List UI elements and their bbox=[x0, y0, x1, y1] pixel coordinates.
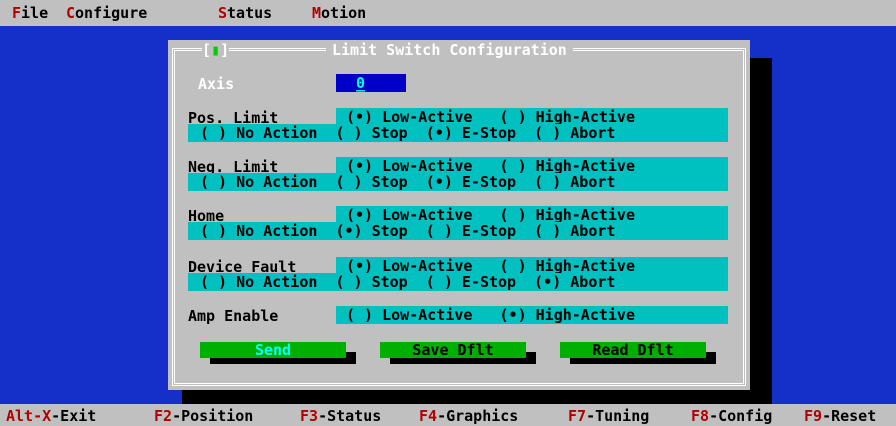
hotkey-status-label: -Status bbox=[318, 407, 382, 425]
close-box-icon[interactable]: [▮] bbox=[202, 41, 230, 59]
hotkey-config[interactable]: F8-Config bbox=[691, 408, 772, 424]
menu-status-label: tatus bbox=[227, 4, 273, 22]
menu-configure-label: onfigure bbox=[75, 4, 148, 22]
hotkey-graphics-label: -Graphics bbox=[437, 407, 519, 425]
hotkey-exit-key: Alt-X bbox=[6, 407, 52, 425]
hotkey-graphics-key: F4 bbox=[419, 407, 438, 425]
read-default-button[interactable]: Read Dflt bbox=[560, 342, 706, 358]
neg-limit-action-group[interactable]: ( ) No Action ( ) Stop (•) E-Stop ( ) Ab… bbox=[188, 173, 728, 191]
device-fault-action-text: ( ) No Action ( ) Stop ( ) E-Stop (•) Ab… bbox=[200, 273, 616, 291]
menu-motion-hotkey: M bbox=[312, 4, 322, 22]
dialog-title: Limit Switch Configuration bbox=[326, 42, 573, 58]
hotkey-position[interactable]: F2-Position bbox=[154, 408, 253, 424]
device-fault-polarity-text: (•) Low-Active ( ) High-Active bbox=[346, 257, 635, 275]
save-default-button[interactable]: Save Dflt bbox=[380, 342, 526, 358]
axis-input[interactable]: 0 _ bbox=[336, 74, 406, 92]
hotkey-exit[interactable]: Alt-X-Exit bbox=[6, 408, 96, 424]
hotkey-reset-key: F9 bbox=[804, 407, 823, 425]
menu-status-hotkey: S bbox=[218, 4, 228, 22]
dialog-title-bar: [▮] Limit Switch Configuration bbox=[186, 40, 734, 58]
neg-limit-action-text: ( ) No Action ( ) Stop (•) E-Stop ( ) Ab… bbox=[200, 173, 616, 191]
menu-status[interactable]: Status bbox=[218, 5, 272, 21]
send-button[interactable]: Send bbox=[200, 342, 346, 358]
menu-bar: File Configure Status Motion bbox=[0, 0, 896, 26]
menu-file-label: ile bbox=[21, 4, 49, 22]
status-bar: Alt-X-Exit F2-Position F3-Status F4-Grap… bbox=[0, 404, 896, 426]
hotkey-reset-label: -Reset bbox=[822, 407, 877, 425]
neg-limit-polarity-text: (•) Low-Active ( ) High-Active bbox=[346, 157, 635, 175]
pos-limit-action-text: ( ) No Action ( ) Stop (•) E-Stop ( ) Ab… bbox=[200, 124, 616, 142]
menu-file-hotkey: F bbox=[12, 4, 22, 22]
limit-switch-dialog: [▮] Limit Switch Configuration Axis 0 _ … bbox=[168, 40, 750, 390]
hotkey-status[interactable]: F3-Status bbox=[300, 408, 381, 424]
hotkey-status-key: F3 bbox=[300, 407, 319, 425]
hotkey-position-label: -Position bbox=[172, 407, 254, 425]
hotkey-config-label: -Config bbox=[709, 407, 773, 425]
menu-file[interactable]: File bbox=[12, 5, 48, 21]
home-action-group[interactable]: ( ) No Action (•) Stop ( ) E-Stop ( ) Ab… bbox=[188, 222, 728, 240]
menu-motion-label: otion bbox=[321, 4, 367, 22]
amp-enable-polarity-text: ( ) Low-Active (•) High-Active bbox=[346, 306, 635, 324]
close-box-left: [ bbox=[202, 41, 212, 59]
home-polarity-text: (•) Low-Active ( ) High-Active bbox=[346, 206, 635, 224]
hotkey-graphics[interactable]: F4-Graphics bbox=[419, 408, 518, 424]
hotkey-tuning-label: -Tuning bbox=[586, 407, 650, 425]
hotkey-tuning-key: F7 bbox=[568, 407, 587, 425]
menu-configure-hotkey: C bbox=[66, 4, 76, 22]
hotkey-position-key: F2 bbox=[154, 407, 173, 425]
text-cursor: _ bbox=[356, 74, 366, 92]
menu-configure[interactable]: Configure bbox=[66, 5, 147, 21]
hotkey-config-key: F8 bbox=[691, 407, 710, 425]
hotkey-exit-label: -Exit bbox=[51, 407, 97, 425]
amp-enable-polarity-group[interactable]: ( ) Low-Active (•) High-Active bbox=[336, 306, 728, 324]
home-action-text: ( ) No Action (•) Stop ( ) E-Stop ( ) Ab… bbox=[200, 222, 616, 240]
hotkey-tuning[interactable]: F7-Tuning bbox=[568, 408, 649, 424]
pos-limit-action-group[interactable]: ( ) No Action ( ) Stop (•) E-Stop ( ) Ab… bbox=[188, 124, 728, 142]
menu-motion[interactable]: Motion bbox=[312, 5, 366, 21]
device-fault-action-group[interactable]: ( ) No Action ( ) Stop ( ) E-Stop (•) Ab… bbox=[188, 273, 728, 291]
close-box-right: ] bbox=[220, 41, 230, 59]
close-box-mark: ▮ bbox=[211, 41, 221, 59]
amp-enable-label: Amp Enable bbox=[188, 307, 279, 325]
hotkey-reset[interactable]: F9-Reset bbox=[804, 408, 876, 424]
pos-limit-polarity-text: (•) Low-Active ( ) High-Active bbox=[346, 108, 635, 126]
axis-label: Axis bbox=[198, 75, 235, 93]
